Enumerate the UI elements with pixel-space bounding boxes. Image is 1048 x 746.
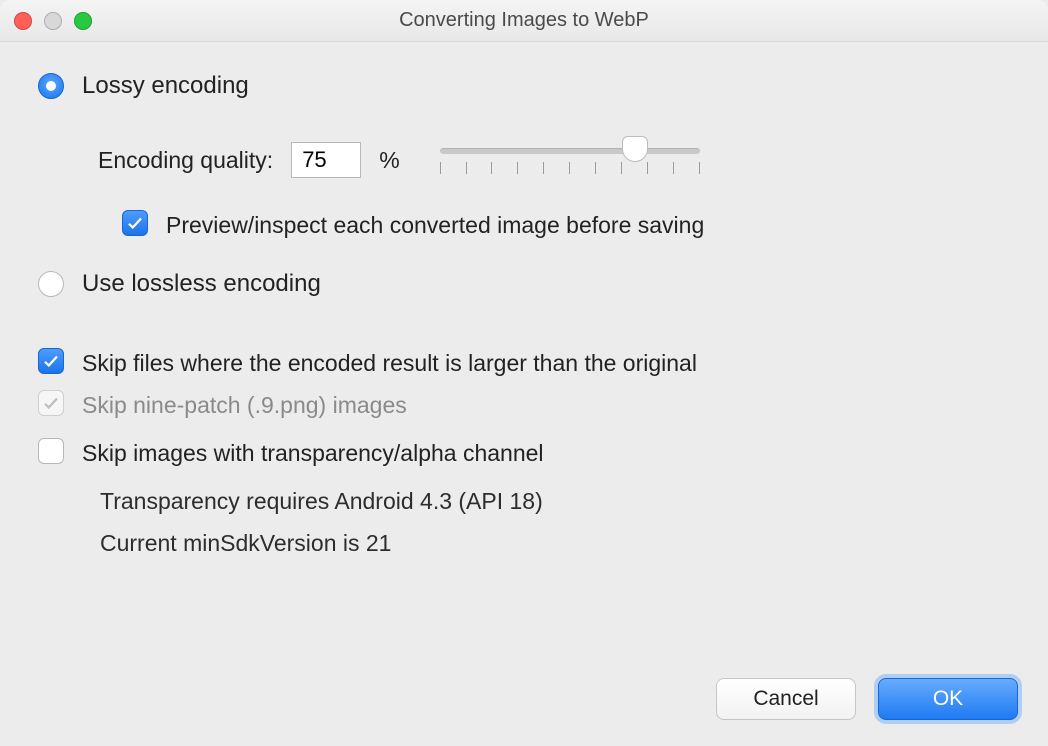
skip-alpha-row[interactable]: Skip images with transparency/alpha chan… — [38, 438, 1010, 468]
window-controls — [14, 12, 92, 30]
encoding-quality-input[interactable] — [291, 142, 361, 178]
cancel-button[interactable]: Cancel — [716, 678, 856, 720]
encoding-quality-slider[interactable] — [440, 140, 700, 180]
skip-larger-row[interactable]: Skip files where the encoded result is l… — [38, 348, 1010, 378]
skip-alpha-label: Skip images with transparency/alpha chan… — [82, 438, 544, 468]
lossless-radio-row[interactable]: Use lossless encoding — [38, 270, 1010, 298]
preview-checkbox[interactable] — [122, 210, 148, 236]
encoding-quality-unit: % — [379, 147, 399, 174]
lossless-radio-label: Use lossless encoding — [82, 270, 321, 298]
slider-thumb[interactable] — [622, 136, 648, 162]
check-icon — [126, 214, 144, 232]
check-icon — [42, 352, 60, 370]
check-icon — [42, 394, 60, 412]
slider-ticks — [440, 162, 700, 174]
skip-ninepatch-row: Skip nine-patch (.9.png) images — [38, 390, 1010, 420]
skip-alpha-checkbox[interactable] — [38, 438, 64, 464]
skip-ninepatch-label: Skip nine-patch (.9.png) images — [82, 390, 407, 420]
lossless-radio[interactable] — [38, 271, 64, 297]
preview-checkbox-row[interactable]: Preview/inspect each converted image bef… — [122, 210, 1010, 240]
minimize-icon — [44, 12, 62, 30]
alpha-help-line-2: Current minSdkVersion is 21 — [100, 522, 1010, 564]
lossy-radio[interactable] — [38, 73, 64, 99]
ok-button[interactable]: OK — [878, 678, 1018, 720]
encoding-quality-label: Encoding quality: — [98, 147, 273, 174]
titlebar: Converting Images to WebP — [0, 0, 1048, 42]
dialog-window: Converting Images to WebP Lossy encoding… — [0, 0, 1048, 746]
skip-larger-checkbox[interactable] — [38, 348, 64, 374]
alpha-help-line-1: Transparency requires Android 4.3 (API 1… — [100, 480, 1010, 522]
lossy-radio-label: Lossy encoding — [82, 72, 249, 100]
dialog-footer: Cancel OK — [716, 678, 1018, 720]
skip-larger-label: Skip files where the encoded result is l… — [82, 348, 697, 378]
skip-ninepatch-checkbox — [38, 390, 64, 416]
dialog-title: Converting Images to WebP — [0, 9, 1048, 32]
encoding-quality-row: Encoding quality: % — [98, 140, 1010, 180]
zoom-icon[interactable] — [74, 12, 92, 30]
preview-checkbox-label: Preview/inspect each converted image bef… — [166, 210, 704, 240]
slider-track — [440, 148, 700, 154]
lossy-radio-row[interactable]: Lossy encoding — [38, 72, 1010, 100]
close-icon[interactable] — [14, 12, 32, 30]
dialog-content: Lossy encoding Encoding quality: % Previ… — [0, 42, 1048, 564]
